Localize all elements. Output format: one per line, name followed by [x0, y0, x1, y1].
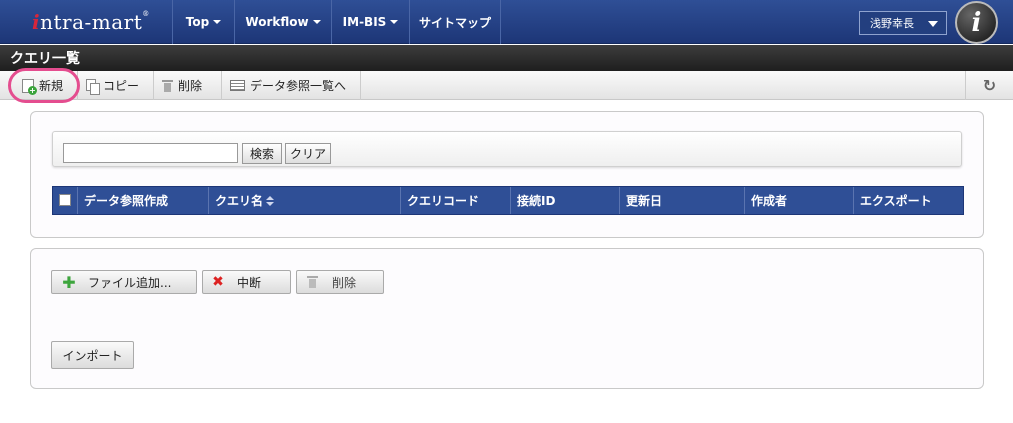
delete-button[interactable]: 削除: [154, 71, 222, 100]
chevron-down-icon: [312, 20, 321, 24]
nav-sitemap[interactable]: サイトマップ: [409, 0, 501, 44]
search-input[interactable]: [63, 143, 238, 163]
copy-icon: [86, 78, 100, 95]
new-button[interactable]: + 新規: [14, 71, 78, 100]
column-export[interactable]: エクスポート: [853, 187, 963, 214]
import-panel: ✚ ファイル追加... ✖ 中断 削除 インポート: [30, 248, 984, 389]
select-all-cell: [53, 187, 77, 214]
trash-icon: [162, 79, 173, 93]
top-navigation: intra-mart® Top Workflow IM-BIS サイトマップ 浅…: [0, 0, 1013, 44]
toolbar: + 新規 コピー 削除 データ参照一覧へ ↻: [0, 71, 1013, 100]
page-title-bar: クエリ一覧: [0, 45, 1013, 71]
search-bar: 検索 クリア: [52, 131, 962, 167]
sort-icon: [266, 195, 275, 206]
trash-icon: [307, 275, 318, 289]
query-list-panel: 検索 クリア データ参照作成 クエリ名 クエリコード 接続ID 更新日 作成者 …: [30, 111, 984, 238]
refresh-button[interactable]: ↻: [965, 71, 1013, 100]
nav-workflow[interactable]: Workflow: [234, 0, 331, 44]
import-button[interactable]: インポート: [51, 341, 134, 369]
clear-button[interactable]: クリア: [285, 143, 331, 164]
copy-button[interactable]: コピー: [78, 71, 154, 100]
close-icon: ✖: [212, 274, 224, 290]
column-query-name[interactable]: クエリ名: [208, 187, 400, 214]
plus-icon: ✚: [62, 272, 76, 292]
grid-header: データ参照作成 クエリ名 クエリコード 接続ID 更新日 作成者 エクスポート: [52, 186, 964, 215]
abort-button[interactable]: ✖ 中断: [202, 270, 291, 294]
list-icon: [230, 80, 245, 91]
column-creator[interactable]: 作成者: [744, 187, 853, 214]
nav-im-bis[interactable]: IM-BIS: [331, 0, 409, 44]
page-title: クエリ一覧: [10, 51, 80, 67]
column-connection-id[interactable]: 接続ID: [510, 187, 619, 214]
chevron-down-icon: [213, 20, 222, 24]
refresh-icon: ↻: [982, 76, 997, 95]
column-data-reference-create[interactable]: データ参照作成: [77, 187, 208, 214]
chevron-down-icon: [390, 20, 399, 24]
upload-delete-button[interactable]: 削除: [296, 270, 384, 294]
avatar[interactable]: i: [955, 1, 998, 44]
select-all-checkbox[interactable]: [59, 194, 71, 206]
chevron-down-icon: [928, 21, 938, 27]
intra-mart-logo[interactable]: intra-mart®: [0, 0, 172, 44]
add-file-button[interactable]: ✚ ファイル追加...: [51, 270, 197, 294]
user-menu[interactable]: 浅野幸長: [859, 11, 947, 35]
column-query-code[interactable]: クエリコード: [400, 187, 510, 214]
column-updated-date[interactable]: 更新日: [619, 187, 744, 214]
new-document-icon: +: [22, 78, 37, 95]
nav-top[interactable]: Top: [172, 0, 234, 44]
search-button[interactable]: 検索: [242, 143, 282, 164]
data-reference-list-button[interactable]: データ参照一覧へ: [222, 71, 361, 100]
